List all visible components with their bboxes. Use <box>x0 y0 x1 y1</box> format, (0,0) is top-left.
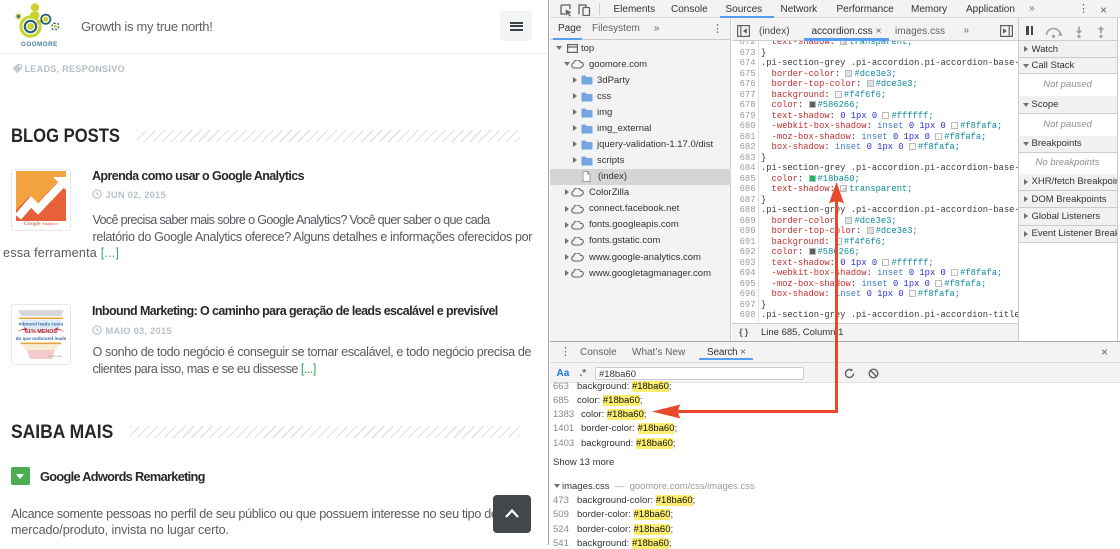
svg-text:hubspot data: hubspot data <box>48 355 62 358</box>
svg-text:Inbound leads custa: Inbound leads custa <box>19 322 64 327</box>
svg-text:61% MENOS: 61% MENOS <box>25 329 57 335</box>
svg-text:do que outbound leads: do que outbound leads <box>16 336 67 341</box>
